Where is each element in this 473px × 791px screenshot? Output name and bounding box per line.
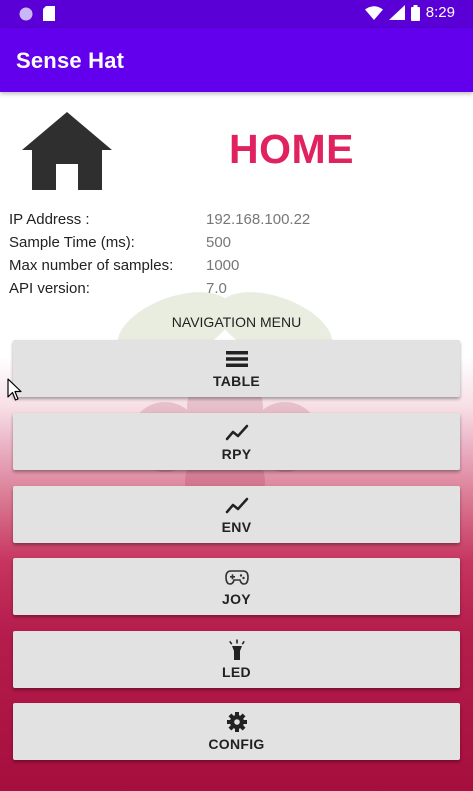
sd-card-icon <box>43 6 55 21</box>
config-button[interactable]: CONFIG <box>13 703 460 760</box>
app-bar: Sense Hat <box>0 28 473 92</box>
table-button-label: TABLE <box>212 373 261 389</box>
joy-button-label: JOY <box>222 591 251 607</box>
chart-line-icon <box>225 497 248 514</box>
api-version-value: 7.0 <box>206 280 227 297</box>
status-bar: 8:29 <box>0 0 473 28</box>
sample-time-value: 500 <box>206 234 232 251</box>
signal-icon <box>388 5 405 20</box>
env-button[interactable]: ENV <box>13 486 460 543</box>
circle-icon <box>19 7 33 20</box>
list-icon <box>225 351 248 367</box>
app-title: Sense Hat <box>16 48 125 73</box>
house-icon <box>22 112 112 190</box>
gamepad-icon <box>224 570 249 585</box>
max-samples-value: 1000 <box>206 257 240 274</box>
rpy-button[interactable]: RPY <box>13 413 460 470</box>
max-samples-label: Max number of samples: <box>9 257 174 274</box>
env-button-label: ENV <box>221 519 252 535</box>
ip-address-label: IP Address : <box>9 211 90 228</box>
led-button[interactable]: LED <box>13 631 460 688</box>
mouse-cursor-icon <box>7 378 22 401</box>
wifi-icon <box>364 5 383 20</box>
page-title: HOME <box>229 126 354 172</box>
navigation-menu-heading: NAVIGATION MENU <box>171 314 302 330</box>
led-button-label: LED <box>222 664 251 680</box>
joy-button[interactable]: JOY <box>13 558 460 615</box>
flashlight-icon <box>228 639 245 660</box>
battery-icon <box>410 4 420 21</box>
main-content: HOME IP Address : 192.168.100.22 Sample … <box>0 92 473 791</box>
chart-line-icon <box>225 424 248 441</box>
sample-time-label: Sample Time (ms): <box>9 234 135 251</box>
gear-icon <box>226 712 247 732</box>
rpy-button-label: RPY <box>221 446 252 462</box>
table-button[interactable]: TABLE <box>13 340 460 397</box>
ip-address-value: 192.168.100.22 <box>206 211 311 228</box>
status-time: 8:29 <box>425 4 455 21</box>
api-version-label: API version: <box>9 280 90 297</box>
config-button-label: CONFIG <box>208 736 265 752</box>
